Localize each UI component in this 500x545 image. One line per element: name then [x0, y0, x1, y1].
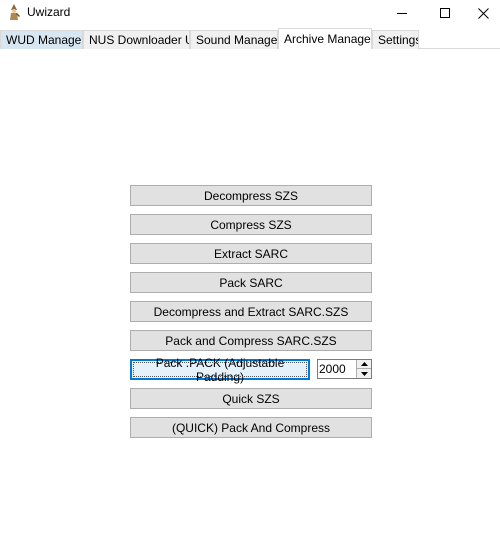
minimize-icon — [397, 12, 407, 14]
title-bar: Uwizard — [0, 0, 500, 26]
pack-compress-sarc-szs-button[interactable]: Pack and Compress SARC.SZS — [130, 330, 372, 351]
tab-archive-manager[interactable]: Archive Manager — [278, 28, 372, 49]
caret-down-icon — [360, 371, 368, 376]
stepper-up-button[interactable] — [357, 360, 371, 369]
compress-szs-button[interactable]: Compress SZS — [130, 214, 372, 235]
maximize-icon — [440, 8, 450, 18]
stepper-down-button[interactable] — [357, 369, 371, 378]
minimize-button[interactable] — [379, 0, 425, 26]
close-button[interactable] — [466, 0, 500, 26]
close-icon — [477, 7, 489, 19]
window-title: Uwizard — [27, 5, 71, 19]
wizard-figure-icon — [10, 4, 20, 20]
decompress-extract-sarc-szs-button[interactable]: Decompress and Extract SARC.SZS — [130, 301, 372, 322]
decompress-szs-button[interactable]: Decompress SZS — [130, 185, 372, 206]
extract-sarc-button[interactable]: Extract SARC — [130, 243, 372, 264]
tab-nus-downloader[interactable]: NUS Downloader U — [83, 30, 190, 49]
quick-szs-button[interactable]: Quick SZS — [130, 388, 372, 409]
tab-wud-manager[interactable]: WUD Manager — [0, 30, 83, 49]
tab-sound-manager[interactable]: Sound Manager — [190, 30, 278, 49]
caret-up-icon — [360, 362, 368, 366]
maximize-button[interactable] — [422, 0, 468, 26]
quick-pack-compress-button[interactable]: (QUICK) Pack And Compress — [130, 417, 372, 438]
pack-sarc-button[interactable]: Pack SARC — [130, 272, 372, 293]
padding-value[interactable]: 2000 — [319, 362, 346, 376]
tab-strip: WUD Manager NUS Downloader U Sound Manag… — [0, 28, 500, 49]
padding-stepper[interactable]: 2000 — [317, 359, 372, 379]
pack-pack-button[interactable]: Pack .PACK (Adjustable Padding) — [130, 356, 310, 384]
stepper-buttons — [356, 360, 371, 378]
tab-settings[interactable]: Settings — [372, 30, 419, 49]
